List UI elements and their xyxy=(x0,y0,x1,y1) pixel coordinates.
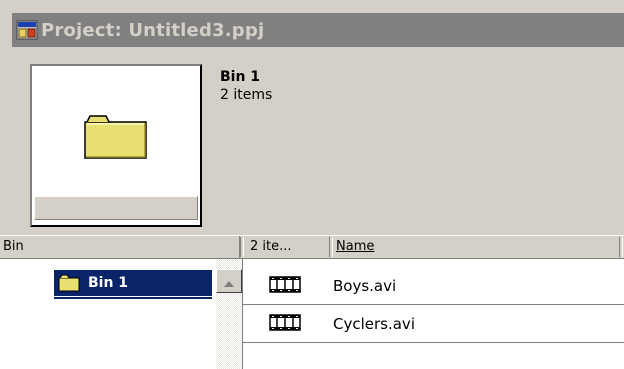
list-item[interactable]: Cyclers.avi xyxy=(243,305,624,343)
vertical-scrollbar[interactable] xyxy=(216,259,242,369)
folder-icon xyxy=(84,114,148,164)
file-name: Cyclers.avi xyxy=(333,315,415,333)
bin-tree-panel: Bin 1 xyxy=(0,259,216,369)
arrow-up-icon xyxy=(224,272,234,291)
column-header-bin[interactable]: Bin xyxy=(0,236,240,258)
list-item[interactable]: Boys.avi xyxy=(243,267,624,305)
preview-playbar[interactable] xyxy=(34,196,198,220)
bin-item-label: Bin 1 xyxy=(88,275,129,291)
column-header-name[interactable]: Name xyxy=(333,236,619,258)
preview-panel: Bin 1 2 items xyxy=(12,49,624,231)
title-bar[interactable]: Project: Untitled3.ppj xyxy=(12,13,624,47)
scroll-up-button[interactable] xyxy=(216,269,242,293)
preview-item-count: 2 items xyxy=(220,87,273,103)
window-title: Project: Untitled3.ppj xyxy=(41,19,265,41)
column-header-row: Bin 2 ite... Name xyxy=(0,235,624,259)
file-name: Boys.avi xyxy=(333,277,397,295)
bin-item-bin-1[interactable]: Bin 1 xyxy=(54,270,212,296)
column-divider[interactable] xyxy=(240,237,244,257)
project-icon xyxy=(16,19,38,41)
folder-icon xyxy=(58,274,80,292)
film-strip-icon xyxy=(269,314,301,332)
selection-underline xyxy=(54,297,212,299)
film-strip-icon xyxy=(269,276,301,294)
project-window: Project: Untitled3.ppj Bin 1 2 items Bin… xyxy=(0,0,624,369)
preview-thumbnail xyxy=(30,64,202,227)
column-header-count[interactable]: 2 ite... xyxy=(247,236,329,258)
preview-item-name: Bin 1 xyxy=(220,69,261,85)
file-list-panel: Boys.avi Cyclers.avi xyxy=(242,259,624,369)
column-divider[interactable] xyxy=(619,237,623,257)
